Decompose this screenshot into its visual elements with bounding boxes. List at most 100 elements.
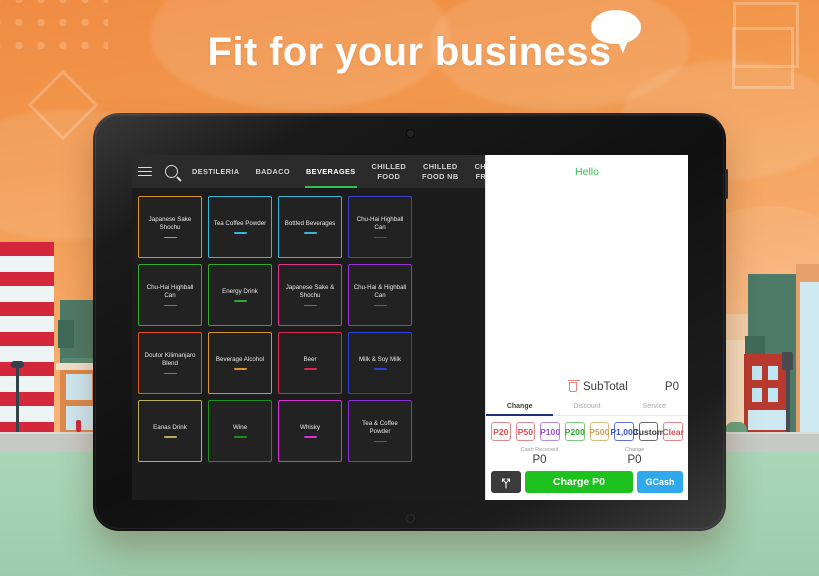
product-tile-label: Chu-Hai Highball Can	[356, 215, 404, 232]
product-tile-label: Eanas Drink	[153, 424, 187, 432]
product-tile-label: Wine	[232, 424, 248, 432]
product-tile-label: Whisky	[300, 424, 320, 432]
product-tile-label: Tea & Coffee Powder	[362, 419, 398, 436]
product-tile-accent-bar	[233, 232, 247, 234]
building	[0, 242, 54, 432]
product-tile-label: Tea Coffee Powder	[213, 220, 267, 228]
denomination-button-p100[interactable]: P100	[540, 422, 560, 441]
denomination-button-p20[interactable]: P20	[491, 422, 511, 441]
product-tile[interactable]: Beverage Alcohol	[208, 332, 272, 394]
street-lamp	[16, 364, 19, 432]
category-tab-bar: DESTILERIA BADACO BEVERAGES CHILLED FOOD CHI…	[184, 155, 485, 188]
denomination-button-group: P20 P50 P100 P200 P500 P1,000 Custom Clear	[486, 416, 688, 441]
trash-icon[interactable]	[568, 380, 580, 392]
change-block: Change P0	[587, 447, 682, 466]
storefront-window	[748, 410, 786, 430]
gcash-button[interactable]: GCash	[637, 471, 683, 493]
category-tab-chilled-frozen[interactable]: CHILLED FROZEN	[467, 155, 485, 188]
product-tile[interactable]: Beer	[278, 332, 342, 394]
page-title: Fit for your business	[207, 30, 612, 74]
denomination-button-p1000[interactable]: P1,000	[610, 422, 638, 441]
bush	[725, 422, 747, 432]
product-tile-label: Energy Drink	[222, 288, 258, 296]
cart-tab-service[interactable]: Service	[621, 398, 688, 415]
product-tile-accent-bar	[303, 304, 317, 307]
product-tile[interactable]: Eanas Drink	[138, 400, 202, 462]
split-payment-icon	[501, 478, 511, 489]
denomination-button-custom[interactable]: Custom	[633, 422, 665, 441]
product-tile[interactable]: Chu-Hai Highball Can	[138, 264, 202, 326]
product-tile[interactable]: Tea Coffee Powder	[208, 196, 272, 258]
denomination-button-p50[interactable]: P50	[515, 422, 536, 441]
product-tile-label: Chu-Hai Highball Can	[146, 283, 194, 300]
building	[800, 282, 819, 432]
cart-tab-change[interactable]: Change	[486, 398, 554, 416]
product-tile-label: Beverage Alcohol	[215, 356, 265, 364]
product-tile-accent-bar	[233, 368, 247, 370]
product-tile[interactable]: Milk & Soy Milk	[348, 332, 412, 394]
product-tile[interactable]: Doutor Kilimanjaro Blend	[138, 332, 202, 394]
cart-greeting: Hello	[575, 166, 599, 178]
cash-received-value: P0	[532, 454, 547, 466]
product-tile-accent-bar	[373, 304, 387, 307]
building	[58, 320, 74, 348]
product-tile[interactable]: Chu-Hai & Highball Can	[348, 264, 412, 326]
product-tile-accent-bar	[233, 436, 247, 438]
product-tile-accent-bar	[373, 440, 387, 443]
subtotal-label: SubTotal	[583, 381, 628, 393]
product-tile-grid: Japanese Sake Shochu Tea Coffee Powder Bot…	[132, 188, 485, 470]
cart-tab-discount[interactable]: Discount	[553, 398, 620, 415]
subtotal-row: SubTotal P0	[486, 380, 688, 398]
product-tile[interactable]: Wine	[208, 400, 272, 462]
product-tile-accent-bar	[303, 232, 317, 234]
tablet-device: DESTILERIA BADACO BEVERAGES CHILLED FOOD CHI…	[93, 113, 728, 531]
product-tile-accent-bar	[373, 368, 387, 370]
product-tile[interactable]: Japanese Sake & Shochu	[278, 264, 342, 326]
category-tab-destileria[interactable]: DESTILERIA	[184, 155, 247, 188]
front-camera-icon	[406, 130, 414, 137]
product-tile-accent-bar	[163, 372, 177, 375]
denomination-button-p500[interactable]: P500	[589, 422, 609, 441]
fire-hydrant	[76, 420, 81, 432]
denomination-button-clear[interactable]: Clear	[662, 422, 684, 441]
payment-actions: Charge P0 GCash	[486, 469, 688, 500]
product-tile-label: Doutor Kilimanjaro Blend	[144, 351, 196, 368]
street-lamp-head	[11, 361, 24, 368]
product-tile-label: Japanese Sake Shochu	[148, 215, 192, 232]
product-tile[interactable]: Whisky	[278, 400, 342, 462]
product-tile-accent-bar	[163, 436, 177, 438]
product-tile-label: Chu-Hai & Highball Can	[353, 283, 407, 300]
subtotal-value: P0	[664, 381, 679, 393]
product-tile-label: Bottled Beverages	[284, 220, 336, 228]
volume-button[interactable]	[725, 169, 728, 199]
cart-tab-bar: Change Discount Service	[486, 398, 688, 416]
search-button[interactable]	[158, 165, 184, 178]
product-tile[interactable]: Chu-Hai Highball Can	[348, 196, 412, 258]
home-button[interactable]	[405, 514, 415, 523]
product-tile[interactable]: Bottled Beverages	[278, 196, 342, 258]
product-tile[interactable]: Tea & Coffee Powder	[348, 400, 412, 462]
category-tab-badaco[interactable]: BADACO	[247, 155, 298, 188]
window	[768, 388, 778, 402]
category-tab-chilled-food-nb[interactable]: CHILLED FOOD NB	[414, 155, 467, 188]
charge-button[interactable]: Charge P0	[525, 471, 633, 493]
window	[768, 366, 778, 380]
product-tile[interactable]: Energy Drink	[208, 264, 272, 326]
cart-items-list[interactable]	[486, 178, 688, 381]
product-tile[interactable]: Japanese Sake Shochu	[138, 196, 202, 258]
split-payment-button[interactable]	[491, 471, 521, 493]
product-tile-accent-bar	[303, 436, 317, 438]
traffic-light	[782, 352, 793, 370]
catalog-panel: DESTILERIA BADACO BEVERAGES CHILLED FOOD CHI…	[132, 155, 485, 500]
hamburger-menu-button[interactable]	[132, 164, 158, 178]
product-tile-accent-bar	[163, 236, 177, 239]
category-tab-beverages[interactable]: BEVERAGES	[298, 155, 364, 188]
cart-panel: Hello SubTotal P0 Change Discount Service …	[485, 155, 688, 500]
cash-received-block: Cash Received P0	[492, 447, 587, 466]
product-tile-accent-bar	[303, 368, 317, 370]
category-tab-chilled-food[interactable]: CHILLED FOOD	[364, 155, 414, 188]
amount-summary: Cash Received P0 Change P0	[486, 441, 688, 469]
denomination-button-p200[interactable]: P200	[565, 422, 585, 441]
change-value: P0	[627, 454, 642, 466]
pos-app-screen: DESTILERIA BADACO BEVERAGES CHILLED FOOD CHI…	[132, 155, 688, 500]
